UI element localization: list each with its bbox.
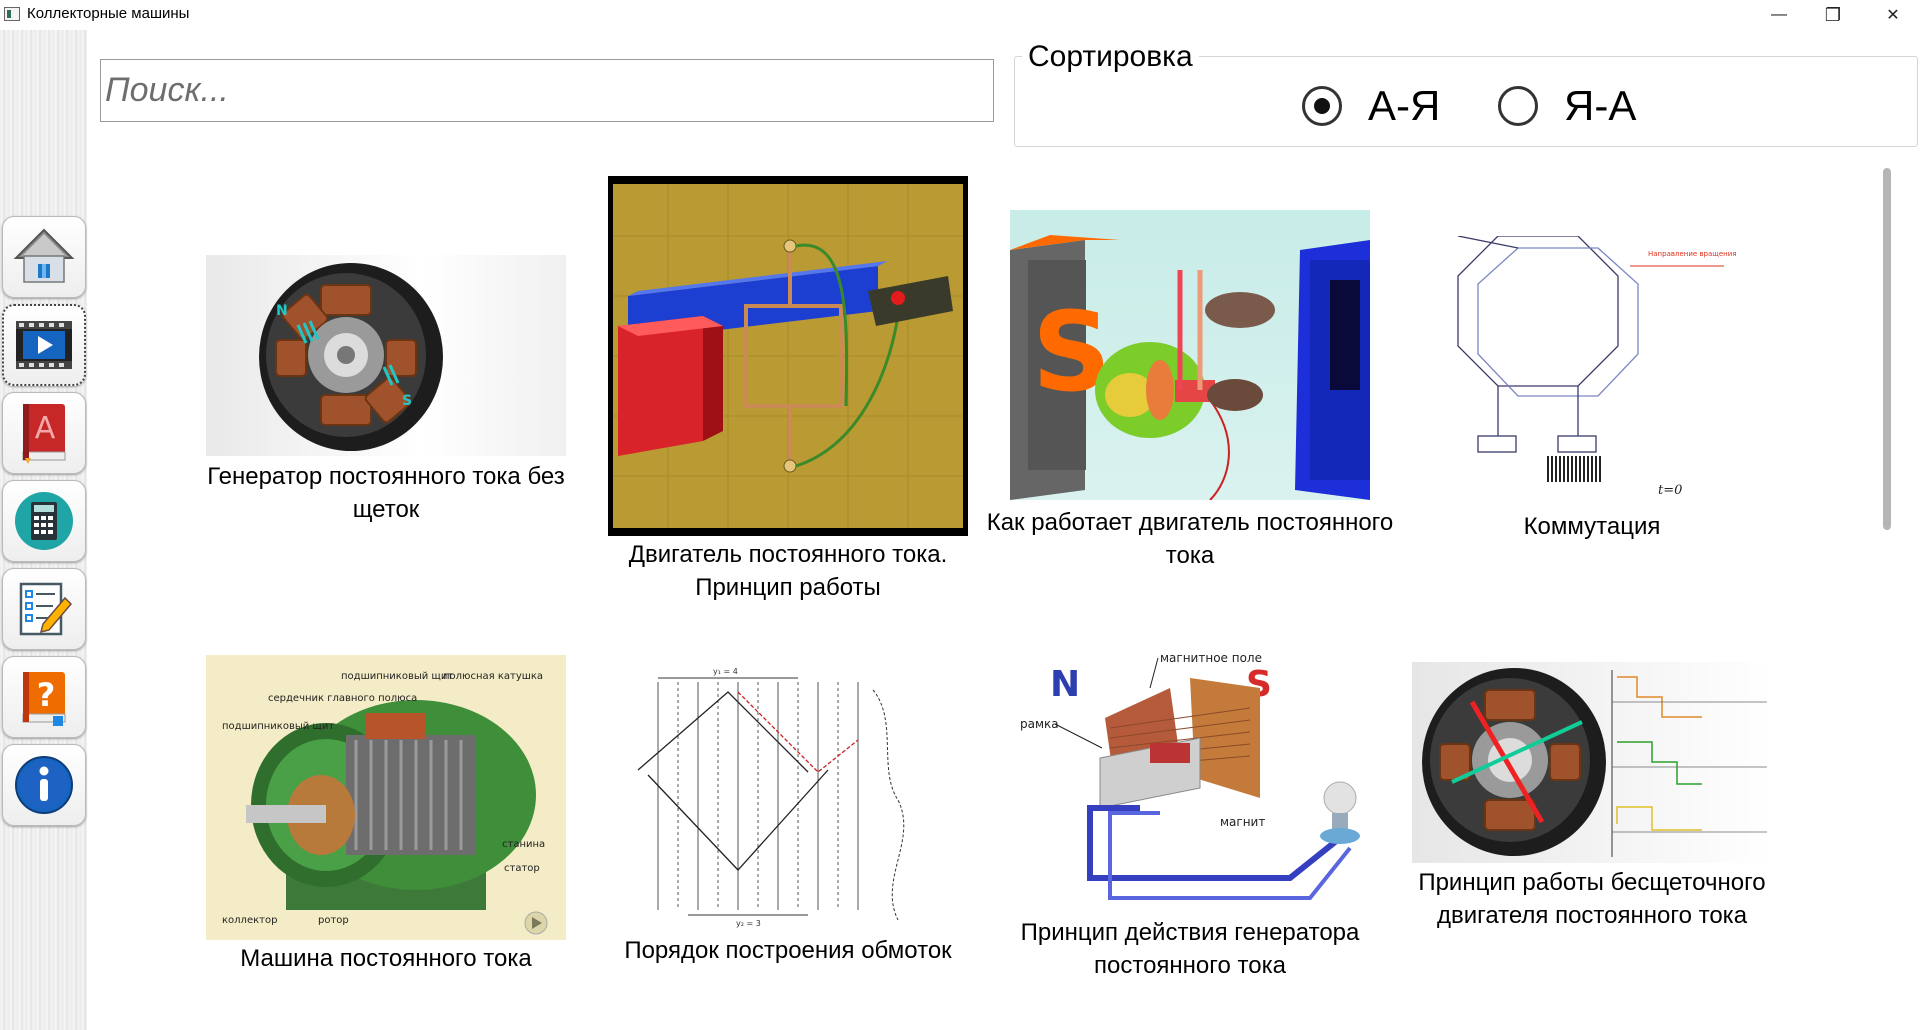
- checklist-icon: [19, 582, 73, 636]
- video-title: Двигатель постоянного тока. Принцип рабо…: [628, 541, 948, 601]
- video-title: Порядок построения обмоток: [624, 937, 952, 964]
- winding-top-label: y₁ = 4: [713, 667, 738, 676]
- sidebar-item-info[interactable]: [2, 744, 86, 826]
- video-thumbnail[interactable]: [608, 176, 968, 536]
- sort-az-label: А-Я: [1368, 82, 1441, 129]
- book-icon: A: [22, 404, 66, 464]
- winding-bottom-label: y₂ = 3: [736, 919, 761, 928]
- winding-diagram-image: y₁ = 4 y₂ = 3: [637, 667, 905, 928]
- title-bar: Коллекторные машины — ❐ ✕: [0, 0, 1920, 30]
- sidebar-item-textbook[interactable]: A: [2, 392, 86, 474]
- pole-n-label: N: [1050, 664, 1080, 705]
- window-title: Коллекторные машины: [27, 5, 190, 22]
- home-icon: [13, 228, 75, 283]
- video-thumbnail[interactable]: Направление вращения t=0: [1418, 236, 1778, 506]
- machine-label: статор: [504, 863, 540, 874]
- brushless-generator-image: N S: [259, 263, 443, 451]
- video-thumbnail[interactable]: S: [1010, 210, 1370, 500]
- video-title: Коммутация: [1523, 513, 1661, 540]
- svg-text:A: A: [35, 411, 56, 446]
- generator-label: магнит: [1220, 815, 1265, 829]
- video-thumbnail[interactable]: N S: [206, 255, 566, 456]
- video-thumbnail[interactable]: [1412, 662, 1772, 863]
- radio-selected-indicator: [1302, 86, 1342, 126]
- svg-text:S: S: [402, 393, 412, 409]
- video-thumbnail[interactable]: подшипниковый щит полюсная катушка серде…: [206, 655, 566, 940]
- minimize-button[interactable]: —: [1756, 0, 1802, 30]
- radio-unselected-indicator: [1498, 86, 1538, 126]
- how-dc-motor-works-image: S: [1010, 235, 1370, 500]
- sort-za-label: Я-А: [1564, 82, 1637, 129]
- dc-motor-principle-image: [613, 184, 963, 528]
- dc-machine-cutaway-image: подшипниковый щит полюсная катушка серде…: [222, 671, 548, 935]
- generator-label: магнитное поле: [1160, 651, 1262, 665]
- machine-label: подшипниковый щит: [341, 671, 453, 682]
- sidebar-item-video[interactable]: [2, 304, 86, 386]
- close-button[interactable]: ✕: [1870, 0, 1916, 30]
- machine-label: ротор: [318, 915, 349, 926]
- sidebar-item-calculator[interactable]: [2, 480, 86, 562]
- maximize-button[interactable]: ❐: [1810, 0, 1856, 30]
- calculator-icon: [15, 492, 73, 550]
- search-input[interactable]: [100, 59, 994, 122]
- video-thumbnail[interactable]: y₁ = 4 y₂ = 3: [608, 660, 968, 930]
- machine-label: подшипниковый щит: [222, 721, 334, 732]
- video-thumbnail[interactable]: N S магнитное поле рамка магнит: [1010, 648, 1370, 918]
- sort-legend: Сортировка: [1022, 40, 1199, 74]
- info-icon: [15, 756, 73, 814]
- svg-text:N: N: [276, 303, 288, 319]
- commutation-note: Направление вращения: [1648, 250, 1737, 258]
- video-title: Генератор постоянного тока без щеток: [207, 463, 565, 523]
- sidebar-item-tests[interactable]: [2, 568, 86, 650]
- sidebar: A ?: [0, 30, 87, 1030]
- machine-label: полюсная катушка: [443, 671, 543, 682]
- machine-label: сердечник главного полюса: [268, 693, 417, 704]
- bldc-principle-image: [1422, 668, 1767, 857]
- vertical-scrollbar[interactable]: [1883, 168, 1891, 530]
- sort-za-radio[interactable]: Я-А: [1498, 82, 1636, 130]
- video-title: Как работает двигатель постоянного тока: [986, 509, 1394, 569]
- sort-az-radio[interactable]: А-Я: [1302, 82, 1440, 130]
- generator-principle-image: N S магнитное поле рамка магнит: [1020, 651, 1360, 900]
- video-title: Принцип работы бесщеточного двигателя по…: [1418, 869, 1766, 929]
- machine-label: коллектор: [222, 915, 277, 926]
- t0-label: t=0: [1658, 483, 1682, 498]
- video-title: Принцип действия генератора постоянного …: [1020, 919, 1360, 979]
- generator-label: рамка: [1020, 717, 1059, 731]
- app-icon: [4, 7, 20, 21]
- question-book-icon: ?: [22, 672, 66, 726]
- commutation-diagram-image: Направление вращения t=0: [1457, 236, 1737, 498]
- video-player-icon: [16, 321, 72, 369]
- sidebar-item-help[interactable]: ?: [2, 656, 86, 738]
- machine-label: станина: [502, 839, 545, 850]
- sidebar-item-home[interactable]: [2, 216, 86, 298]
- svg-text:?: ?: [37, 676, 56, 714]
- video-title: Машина постоянного тока: [240, 945, 532, 972]
